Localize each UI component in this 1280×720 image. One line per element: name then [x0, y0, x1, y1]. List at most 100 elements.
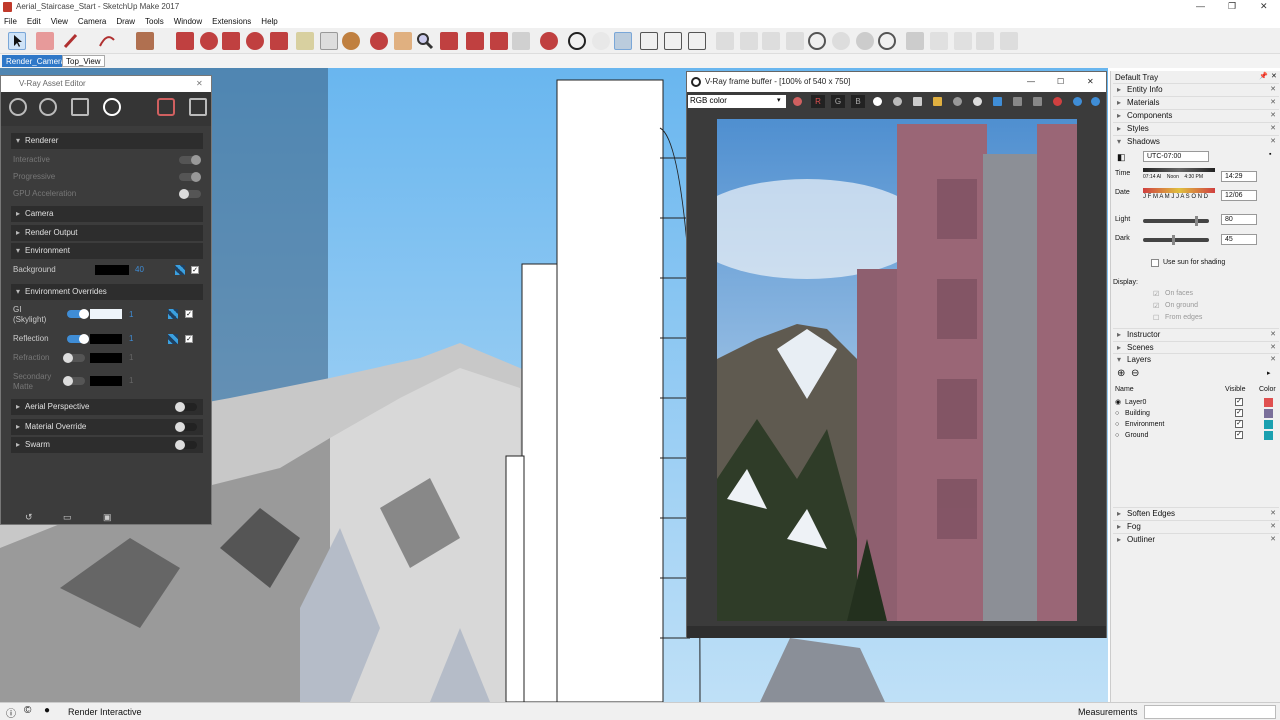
tray-shadows[interactable]: Shadows	[1113, 135, 1279, 148]
background-intensity[interactable]: 40	[135, 265, 144, 274]
blue-channel-button[interactable]: B	[851, 95, 865, 108]
credits-icon[interactable]: ©	[24, 705, 31, 716]
track-mouse-icon[interactable]	[973, 97, 982, 106]
alpha-channel-icon[interactable]	[873, 97, 882, 106]
date-slider[interactable]	[1143, 188, 1215, 193]
region-render-icon[interactable]	[993, 97, 1002, 106]
select-tool-icon[interactable]	[8, 32, 26, 50]
reflection-color-swatch[interactable]	[90, 334, 122, 344]
vray-fur-icon[interactable]	[976, 32, 994, 50]
layer-column-color[interactable]: Color	[1259, 386, 1276, 393]
layer-radio[interactable]: ○	[1115, 419, 1119, 430]
instructor-icon[interactable]: ●	[44, 705, 50, 716]
section-camera[interactable]: Camera	[11, 206, 203, 222]
light-slider[interactable]	[1143, 216, 1209, 226]
gi-checkbox[interactable]: ✓	[185, 310, 193, 318]
layer-color-swatch[interactable]	[1264, 398, 1273, 407]
section-env-overrides[interactable]: Environment Overrides	[11, 284, 203, 300]
gi-intensity[interactable]: 1	[129, 310, 133, 319]
text-tool-icon[interactable]	[320, 32, 338, 50]
layer-column-name[interactable]: Name	[1115, 386, 1134, 393]
tray-outliner[interactable]: Outliner	[1113, 533, 1279, 546]
tray-materials[interactable]: Materials	[1113, 96, 1279, 109]
refraction-toggle[interactable]	[63, 353, 85, 363]
start-render-icon[interactable]	[1073, 97, 1082, 106]
vray-sphere-light-icon[interactable]	[856, 32, 874, 50]
tray-pin-icon[interactable]: 📌	[1259, 72, 1268, 80]
vray-camera-icon[interactable]	[716, 32, 734, 50]
warehouse-icon[interactable]	[466, 32, 484, 50]
layer-row-environment[interactable]: ○ Environment ✓	[1115, 419, 1275, 430]
orbit-tool-icon[interactable]	[370, 32, 388, 50]
geo-location-icon[interactable]: ⓘ	[6, 705, 16, 720]
use-sun-checkbox[interactable]	[1151, 259, 1159, 267]
secondary-matte-intensity[interactable]: 1	[129, 376, 133, 385]
measurements-input[interactable]	[1144, 705, 1276, 719]
tray-layers[interactable]: Layers	[1113, 353, 1279, 366]
menu-edit[interactable]: Edit	[27, 15, 41, 28]
menu-window[interactable]: Window	[174, 15, 202, 28]
remove-layer-icon[interactable]: ⊖	[1131, 368, 1139, 379]
secondary-matte-swatch[interactable]	[90, 376, 122, 386]
reset-icon[interactable]: ↺	[25, 512, 33, 523]
menu-file[interactable]: File	[4, 15, 17, 28]
vray-clipper-icon[interactable]	[1000, 32, 1018, 50]
tray-soften-edges[interactable]: Soften Edges	[1113, 507, 1279, 520]
follow-me-tool-icon[interactable]	[200, 32, 218, 50]
reflection-checkbox[interactable]: ✓	[185, 335, 193, 343]
layer-details-icon[interactable]: ▸	[1267, 369, 1271, 377]
shadow-details-icon[interactable]: ▪	[1269, 151, 1271, 158]
tray-scenes[interactable]: Scenes	[1113, 341, 1279, 354]
vfb-close-icon[interactable]: ✕	[1087, 72, 1094, 92]
materials-category-icon[interactable]	[9, 98, 27, 116]
move-tool-icon[interactable]	[222, 32, 240, 50]
light-slider-handle[interactable]	[1194, 216, 1198, 226]
pan-tool-icon[interactable]	[394, 32, 412, 50]
progressive-toggle[interactable]	[179, 172, 201, 182]
background-checkbox[interactable]: ✓	[191, 266, 199, 274]
arc-tool-icon[interactable]	[98, 32, 116, 50]
time-input[interactable]: 14:29	[1221, 171, 1257, 182]
vray-region-icon[interactable]	[664, 32, 682, 50]
tray-components[interactable]: Components	[1113, 109, 1279, 122]
background-color-swatch[interactable]	[95, 265, 129, 275]
red-channel-button[interactable]: R	[811, 95, 825, 108]
share-model-icon[interactable]	[490, 32, 508, 50]
vray-infinite-plane-icon[interactable]	[906, 32, 924, 50]
settings-category-icon[interactable]	[103, 98, 121, 116]
open-file-icon[interactable]: ▭	[63, 512, 72, 523]
from-edges-checkbox[interactable]: ☐	[1153, 314, 1159, 322]
vfb-maximize-icon[interactable]: ☐	[1057, 72, 1064, 92]
section-environment[interactable]: Environment	[11, 243, 203, 259]
tab-render-camera[interactable]: Render_Camera	[2, 55, 70, 67]
interactive-toggle[interactable]	[179, 155, 201, 165]
vray-render-icon[interactable]	[568, 32, 586, 50]
time-slider[interactable]	[1143, 168, 1215, 172]
rectangle-tool-icon[interactable]	[136, 32, 154, 50]
layer-row-ground[interactable]: ○ Ground ✓	[1115, 430, 1275, 441]
close-icon[interactable]: ✕	[1260, 1, 1268, 12]
dark-input[interactable]: 45	[1221, 234, 1257, 245]
date-input[interactable]: 12/06	[1221, 190, 1257, 201]
history-icon[interactable]	[1013, 97, 1022, 106]
on-ground-checkbox[interactable]: ☑	[1153, 302, 1159, 310]
lights-category-icon[interactable]	[39, 98, 57, 116]
background-texture-icon[interactable]	[175, 265, 185, 275]
save-all-icon[interactable]	[913, 97, 922, 106]
active-layer-radio[interactable]: ◉	[1115, 397, 1121, 408]
gi-color-swatch[interactable]	[90, 309, 122, 319]
layer-row-building[interactable]: ○ Building ✓	[1115, 408, 1275, 419]
push-pull-tool-icon[interactable]	[176, 32, 194, 50]
swarm-toggle[interactable]	[175, 440, 197, 450]
vfb-minimize-icon[interactable]: —	[1027, 72, 1035, 92]
green-channel-button[interactable]: G	[831, 95, 845, 108]
tape-measure-icon[interactable]	[296, 32, 314, 50]
tray-entity-info[interactable]: Entity Info	[1113, 83, 1279, 96]
menu-tools[interactable]: Tools	[145, 15, 164, 28]
dark-slider[interactable]	[1143, 235, 1209, 245]
render-teapot-icon[interactable]	[157, 98, 175, 116]
menu-help[interactable]: Help	[261, 15, 277, 28]
vray-omni-light-icon[interactable]	[808, 32, 826, 50]
refraction-color-swatch[interactable]	[90, 353, 122, 363]
reflection-texture-icon[interactable]	[168, 334, 178, 344]
